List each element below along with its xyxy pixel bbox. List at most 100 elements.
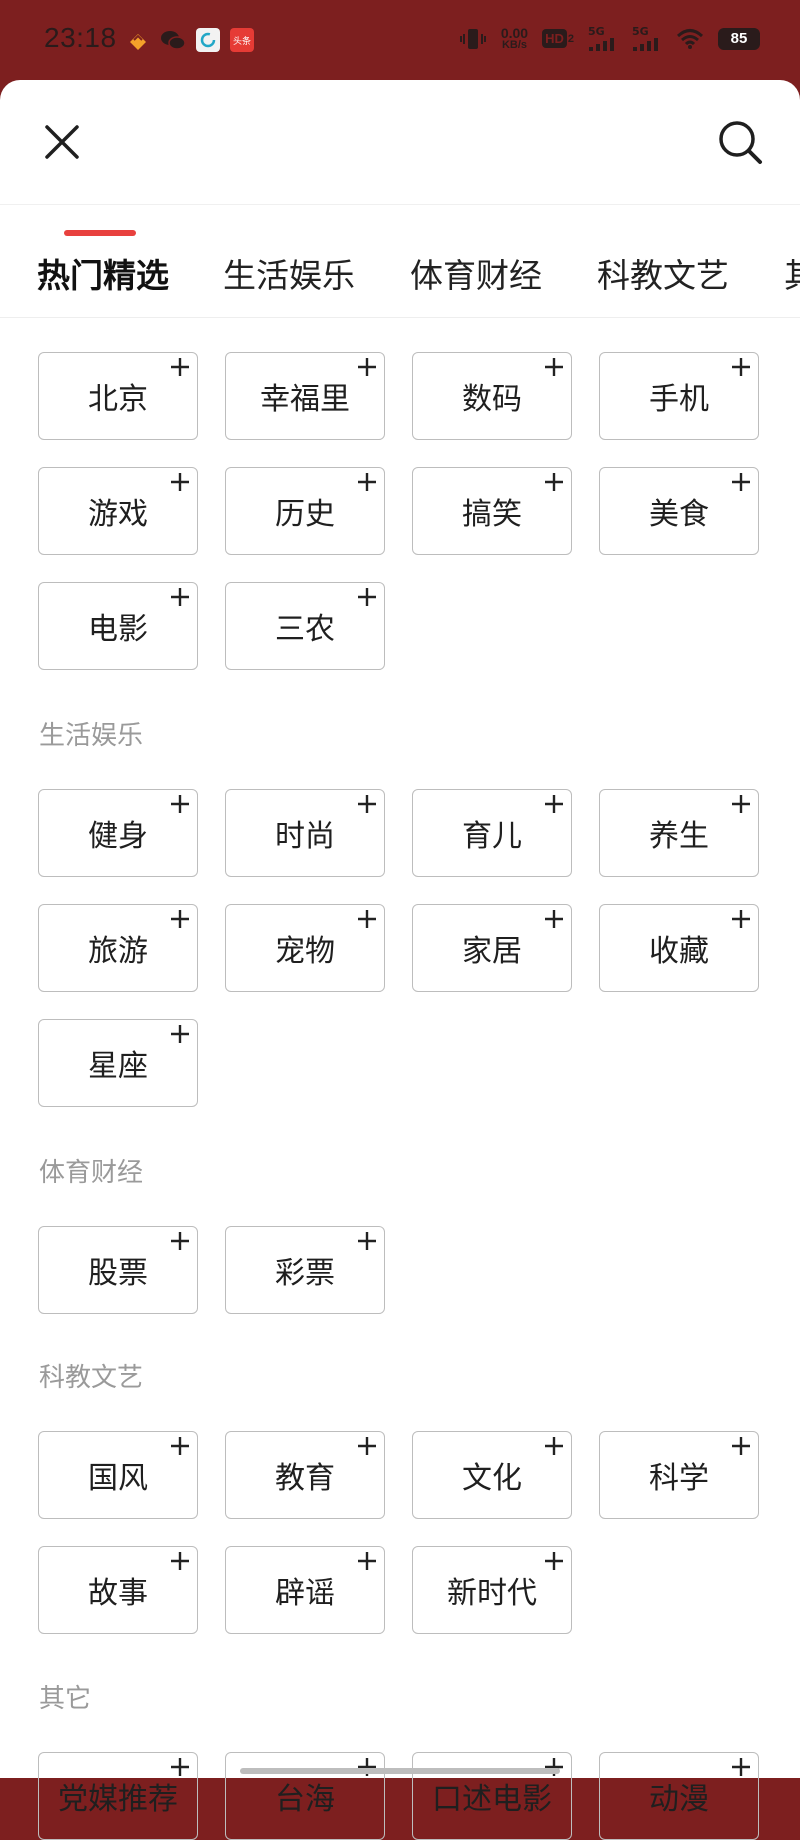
channel-chip[interactable]: 养生: [599, 789, 759, 877]
plus-icon[interactable]: [544, 1551, 564, 1571]
channel-chip-label: 故事: [88, 1576, 148, 1611]
channel-chip[interactable]: 文化: [412, 1431, 572, 1519]
channel-chip[interactable]: 故事: [38, 1546, 198, 1634]
channel-chip[interactable]: 动漫: [599, 1752, 759, 1840]
channel-chip[interactable]: 美食: [599, 467, 759, 555]
channel-chip[interactable]: 彩票: [225, 1226, 385, 1314]
plus-icon[interactable]: [170, 357, 190, 377]
channel-chip-label: 北京: [88, 382, 148, 417]
plus-icon[interactable]: [731, 357, 751, 377]
plus-icon[interactable]: [357, 1757, 377, 1777]
tab-other[interactable]: 其: [784, 249, 800, 297]
channel-chip-label: 国风: [88, 1461, 148, 1496]
plus-icon[interactable]: [357, 794, 377, 814]
channel-grid: 北京 幸福里 数码 手机游戏 历史 搞笑 美食电影 三农: [38, 352, 759, 670]
channel-chip-label: 历史: [275, 497, 335, 532]
plus-icon[interactable]: [357, 1231, 377, 1251]
active-tab-indicator: [64, 230, 136, 236]
channel-chip[interactable]: 北京: [38, 352, 198, 440]
search-button[interactable]: [716, 118, 764, 166]
channel-chip[interactable]: 家居: [412, 904, 572, 992]
close-button[interactable]: [40, 120, 84, 164]
channel-chip[interactable]: 国风: [38, 1431, 198, 1519]
wechat-icon: [160, 28, 186, 52]
channel-chip[interactable]: 历史: [225, 467, 385, 555]
refresh-app-icon: [196, 28, 220, 52]
plus-icon[interactable]: [357, 587, 377, 607]
plus-icon[interactable]: [170, 1024, 190, 1044]
wifi-icon: [676, 28, 704, 50]
plus-icon[interactable]: [170, 1436, 190, 1456]
hd-icon: HD 2: [542, 29, 574, 48]
plus-icon[interactable]: [544, 472, 564, 492]
channel-chip[interactable]: 搞笑: [412, 467, 572, 555]
channel-grid: 健身 时尚 育儿 养生旅游 宠物 家居 收藏星座: [38, 789, 759, 1107]
plus-icon[interactable]: [357, 357, 377, 377]
channel-chip[interactable]: 股票: [38, 1226, 198, 1314]
plus-icon[interactable]: [731, 909, 751, 929]
tab-hot-picks[interactable]: 热门精选: [37, 249, 169, 297]
channel-chip-label: 口述电影: [432, 1782, 552, 1817]
channel-chip[interactable]: 电影: [38, 582, 198, 670]
plus-icon[interactable]: [357, 472, 377, 492]
channel-chip[interactable]: 党媒推荐: [38, 1752, 198, 1840]
plus-icon[interactable]: [544, 1436, 564, 1456]
channel-chip-label: 数码: [462, 382, 522, 417]
section-title: 其它: [39, 1684, 92, 1714]
plus-icon[interactable]: [170, 1757, 190, 1777]
channel-chip[interactable]: 宠物: [225, 904, 385, 992]
channel-chip[interactable]: 科学: [599, 1431, 759, 1519]
tab-science-education[interactable]: 科教文艺: [597, 249, 729, 297]
plus-icon[interactable]: [170, 472, 190, 492]
channel-chip[interactable]: 健身: [38, 789, 198, 877]
plus-icon[interactable]: [544, 1757, 564, 1777]
plus-icon[interactable]: [731, 794, 751, 814]
channel-chip-label: 宠物: [275, 934, 335, 969]
channel-chip-label: 收藏: [649, 934, 709, 969]
channel-chip-label: 星座: [88, 1049, 148, 1084]
channel-chip-label: 健身: [88, 819, 148, 854]
channel-chip-label: 幸福里: [260, 382, 350, 417]
channel-chip[interactable]: 口述电影: [412, 1752, 572, 1840]
channel-chip[interactable]: 教育: [225, 1431, 385, 1519]
channel-chip-label: 时尚: [275, 819, 335, 854]
plus-icon[interactable]: [170, 1551, 190, 1571]
channel-chip[interactable]: 育儿: [412, 789, 572, 877]
vibrate-icon: [459, 27, 487, 51]
plus-icon[interactable]: [357, 909, 377, 929]
plus-icon[interactable]: [544, 909, 564, 929]
tab-life-entertainment[interactable]: 生活娱乐: [223, 249, 355, 297]
channel-grid: 党媒推荐 台海 口述电影 动漫: [38, 1752, 759, 1840]
plus-icon[interactable]: [544, 357, 564, 377]
channel-chip[interactable]: 辟谣: [225, 1546, 385, 1634]
plus-icon[interactable]: [544, 794, 564, 814]
channel-chip[interactable]: 三农: [225, 582, 385, 670]
plus-icon[interactable]: [170, 587, 190, 607]
channel-chip[interactable]: 数码: [412, 352, 572, 440]
channel-chip[interactable]: 收藏: [599, 904, 759, 992]
category-tabs: 热门精选 生活娱乐 体育财经 科教文艺 其: [0, 205, 800, 318]
section-title: 体育财经: [39, 1158, 144, 1188]
plus-icon[interactable]: [731, 1757, 751, 1777]
channel-chip[interactable]: 台海: [225, 1752, 385, 1840]
channel-chip[interactable]: 幸福里: [225, 352, 385, 440]
battery-indicator: 85: [718, 27, 760, 50]
plus-icon[interactable]: [731, 1436, 751, 1456]
plus-icon[interactable]: [170, 794, 190, 814]
channel-chip[interactable]: 时尚: [225, 789, 385, 877]
channel-chip[interactable]: 旅游: [38, 904, 198, 992]
channel-chip[interactable]: 星座: [38, 1019, 198, 1107]
plus-icon[interactable]: [170, 909, 190, 929]
channel-chip[interactable]: 游戏: [38, 467, 198, 555]
plus-icon[interactable]: [731, 472, 751, 492]
channel-chip[interactable]: 新时代: [412, 1546, 572, 1634]
plus-icon[interactable]: [357, 1436, 377, 1456]
channel-grid: 股票 彩票: [38, 1226, 759, 1314]
sheet-top-bar: [0, 80, 800, 205]
net-speed: 0.00 KB/s: [500, 24, 529, 51]
channel-chip[interactable]: 手机: [599, 352, 759, 440]
tab-sports-finance[interactable]: 体育财经: [410, 249, 542, 297]
plus-icon[interactable]: [357, 1551, 377, 1571]
channel-chip-label: 手机: [649, 382, 709, 417]
plus-icon[interactable]: [170, 1231, 190, 1251]
